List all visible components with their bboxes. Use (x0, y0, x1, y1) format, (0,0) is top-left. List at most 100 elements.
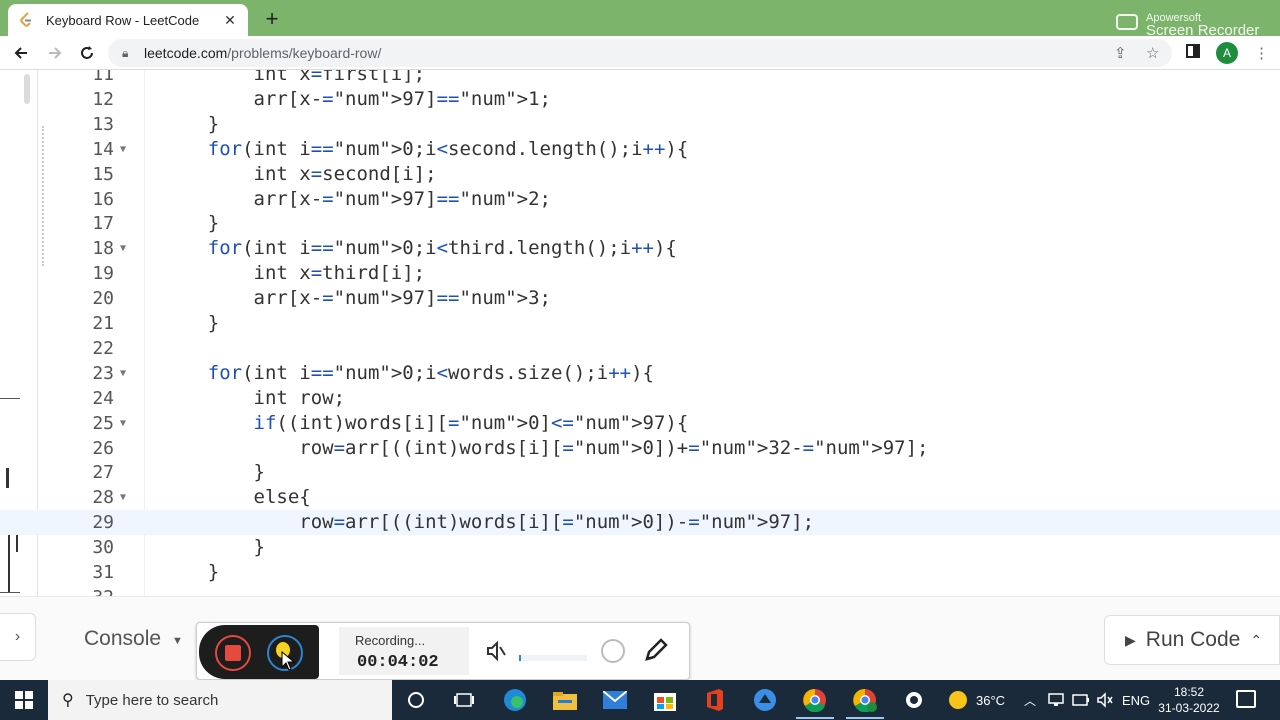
code-line[interactable]: 19 int x=third[i]; (0, 261, 1280, 286)
side-panel-icon[interactable] (1186, 44, 1200, 62)
address-bar: 🔒︎ leetcode.com/problems/keyboard-row/ ⇪… (0, 36, 1280, 70)
file-explorer-icon[interactable] (553, 688, 577, 712)
weather-sun-icon[interactable] (946, 688, 970, 712)
run-code-label: Run Code (1145, 628, 1241, 651)
network-icon[interactable] (1048, 680, 1064, 720)
star-icon[interactable]: ☆ (1146, 44, 1159, 62)
code-line[interactable]: 12 arr[x-="num">97]=="num">1; (0, 87, 1280, 112)
code-line[interactable]: 28 ▼ else{ (0, 485, 1280, 510)
fold-arrow-icon[interactable]: ▼ (120, 361, 126, 386)
line-number: 11 (92, 70, 114, 85)
edge-icon[interactable] (503, 688, 527, 712)
code-line[interactable]: 18 ▼ for(int i=="num">0;i<third.length();… (0, 236, 1280, 261)
line-number: 21 (92, 313, 114, 334)
teams-icon[interactable] (753, 688, 777, 712)
webcam-icon[interactable] (601, 639, 625, 663)
code-line[interactable]: 32 (0, 585, 1280, 596)
recording-timer: 00:04:02 (357, 653, 439, 672)
code-line[interactable]: 29 row=arr[((int)words[i][="num">0])-="n… (0, 510, 1280, 536)
mail-icon[interactable] (603, 688, 627, 712)
speaker-icon[interactable] (485, 639, 507, 662)
fold-arrow-icon[interactable]: ▼ (120, 485, 126, 510)
run-code-button[interactable]: ▶ Run Code ⌃ (1104, 615, 1280, 665)
reload-icon[interactable] (76, 42, 98, 64)
store-icon[interactable] (653, 688, 677, 712)
code-line[interactable]: 31 } (0, 560, 1280, 585)
pause-button[interactable] (267, 635, 303, 671)
clock-date: 31-03-2022 (1158, 701, 1220, 715)
code-line[interactable]: 17 } (0, 211, 1280, 236)
code-line[interactable]: 24 int row; (0, 386, 1280, 411)
browser-tab[interactable]: Keyboard Row - LeetCode ✕ (8, 4, 248, 36)
code-text: } (162, 536, 265, 559)
code-text: } (162, 312, 220, 334)
console-button[interactable]: Console (84, 627, 161, 651)
share-icon[interactable]: ⇪ (1114, 44, 1127, 62)
code-line[interactable]: 15 int x=second[i]; (0, 162, 1280, 187)
code-editor[interactable]: 11 int x=first[i]; 12 arr[x-="num">97]=="… (0, 70, 1280, 596)
line-number: 12 (92, 88, 114, 110)
task-view-icon[interactable] (452, 688, 476, 712)
code-line[interactable]: 11 int x=first[i]; (0, 70, 1280, 87)
code-text: int x=third[i]; (162, 262, 426, 285)
line-number: 22 (92, 337, 114, 359)
language-indicator[interactable]: ENG (1122, 680, 1150, 720)
code-line[interactable]: 13 } (0, 112, 1280, 137)
office-icon[interactable] (703, 688, 727, 712)
stop-record-button[interactable] (215, 635, 251, 671)
profile-avatar[interactable]: A (1216, 42, 1238, 64)
chrome-icon[interactable] (803, 688, 827, 712)
recorder-app-icon[interactable] (902, 688, 926, 712)
line-number: 27 (92, 462, 114, 484)
code-line[interactable]: 26 row=arr[((int)words[i][="num">0])+="n… (0, 436, 1280, 461)
code-line[interactable]: 27 } (0, 460, 1280, 485)
clock-time: 18:52 (1173, 685, 1205, 699)
forward-arrow-icon[interactable] (44, 42, 66, 64)
line-number: 18 (92, 238, 114, 260)
code-text: } (162, 112, 220, 135)
expand-panel-button[interactable]: › (0, 613, 36, 661)
code-line[interactable]: 20 arr[x-="num">97]=="num">3; (0, 286, 1280, 311)
code-text: else{ (162, 486, 311, 509)
code-text: } (162, 561, 220, 583)
chevron-up-icon[interactable]: ︿ (1024, 680, 1036, 720)
taskbar-search[interactable]: ⚲ Type here to search (48, 680, 392, 720)
code-line[interactable]: 22 (0, 336, 1280, 361)
back-arrow-icon[interactable] (10, 42, 32, 64)
code-text: } (162, 212, 220, 235)
code-line[interactable]: 23 ▼ for(int i=="num">0;i<words.size();i+… (0, 361, 1280, 386)
code-text: int row; (162, 386, 346, 409)
line-number: 25 (92, 412, 114, 434)
chevron-up-icon: ⌃ (1250, 631, 1263, 648)
url-field[interactable]: 🔒︎ leetcode.com/problems/keyboard-row/ (108, 39, 1172, 67)
kebab-menu-icon[interactable]: ⋮ (1254, 44, 1269, 62)
code-line[interactable]: 14 ▼ for(int i=="num">0;i<second.length()… (0, 137, 1280, 162)
line-number: 23 (92, 362, 114, 384)
caret-down-icon[interactable]: ▼ (172, 635, 183, 647)
code-line[interactable]: 21 } (0, 311, 1280, 336)
windows-start-icon[interactable] (0, 680, 48, 720)
code-text: if((int)words[i][="num">0]<="num">97){ (253, 411, 689, 434)
code-line[interactable]: 16 arr[x-="num">97]=="num">2; (0, 187, 1280, 212)
tab-close-icon[interactable]: ✕ (222, 12, 238, 29)
chrome-profile-icon[interactable] (853, 688, 877, 712)
code-text: arr[x-="num">97]=="num">3; (162, 287, 551, 310)
browser-tab-strip: Keyboard Row - LeetCode ✕ + Apowersoft S… (0, 0, 1280, 39)
notification-icon[interactable] (1236, 690, 1256, 708)
volume-icon[interactable] (1096, 680, 1114, 720)
battery-icon[interactable] (1072, 680, 1090, 720)
new-tab-button[interactable]: + (260, 6, 284, 32)
leetcode-favicon-icon (18, 12, 34, 28)
fold-arrow-icon[interactable]: ▼ (120, 236, 126, 261)
line-number: 16 (92, 188, 114, 210)
weather-temperature[interactable]: 36°C (976, 680, 1005, 720)
fold-arrow-icon[interactable]: ▼ (120, 137, 126, 162)
volume-slider[interactable] (519, 655, 587, 661)
fold-arrow-icon[interactable]: ▼ (120, 411, 126, 436)
code-line[interactable]: 30 } (0, 535, 1280, 560)
system-clock[interactable]: 18:52 31-03-2022 (1156, 684, 1222, 716)
pen-icon[interactable] (643, 637, 669, 663)
code-line[interactable]: 25 ▼ if((int)words[i][="num">0]<="num">97… (0, 411, 1280, 436)
cortana-icon[interactable] (404, 688, 428, 712)
code-text: arr[x-="num">97]=="num">1; (162, 87, 551, 110)
